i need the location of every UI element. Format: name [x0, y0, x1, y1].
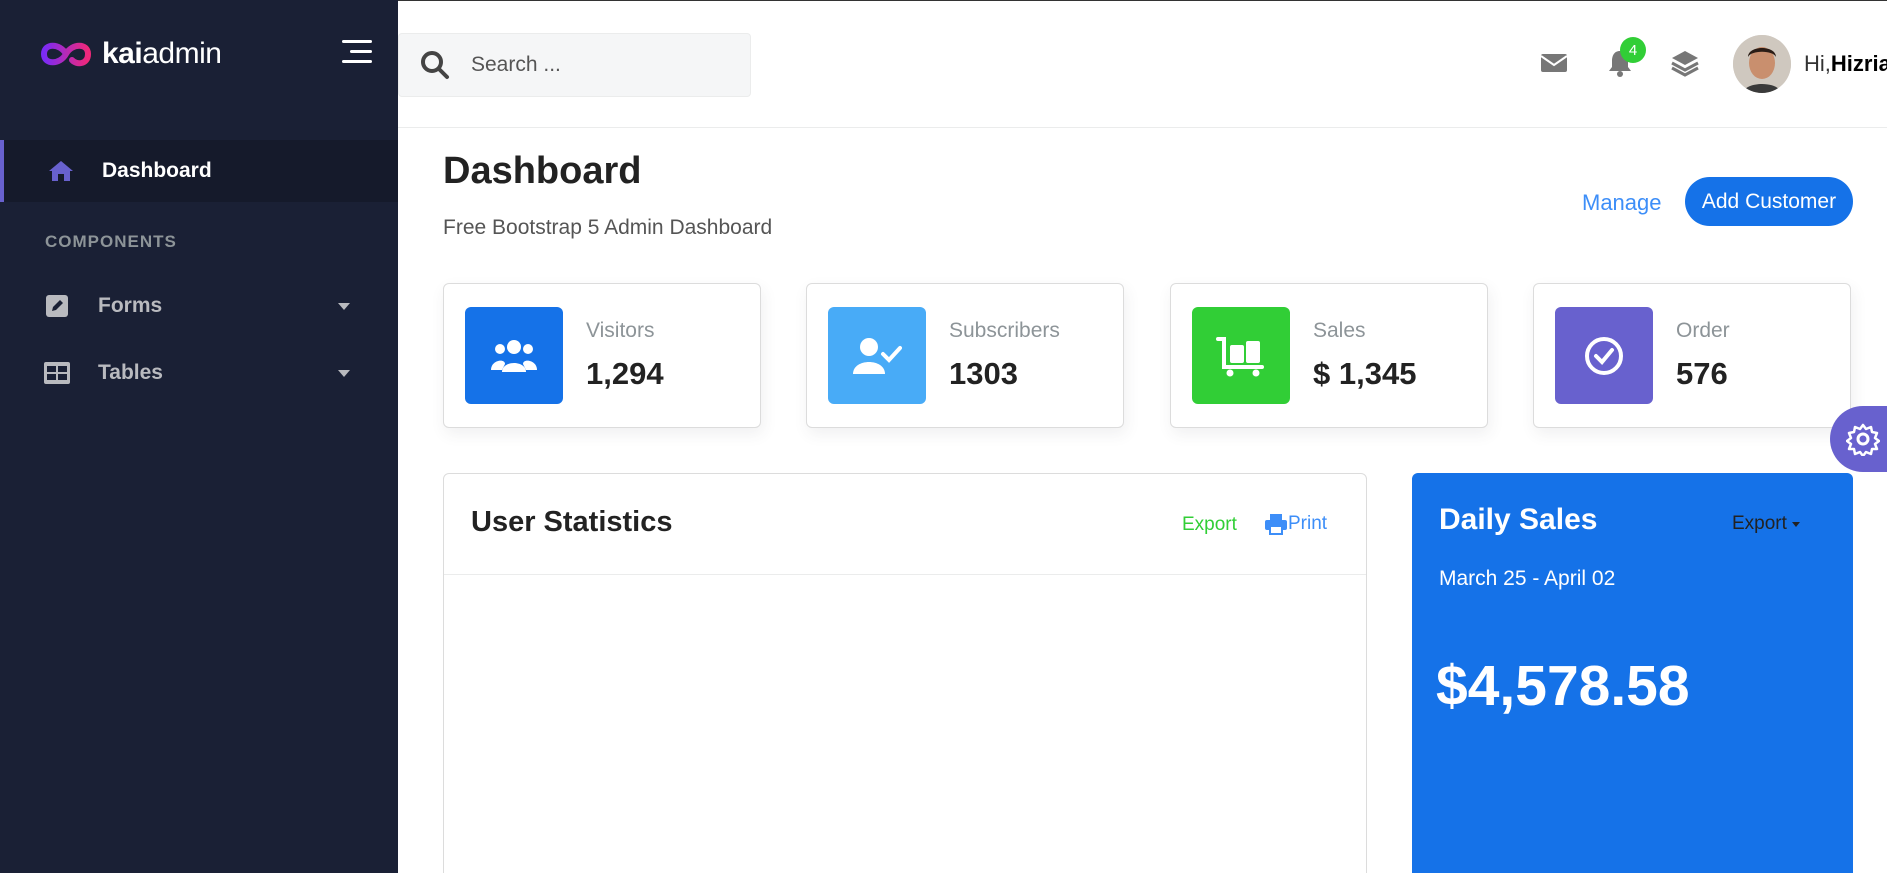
stat-icon-box [828, 307, 926, 404]
stat-icon-box [1192, 307, 1290, 404]
export-dropdown-label: Export [1732, 513, 1787, 534]
print-button[interactable]: Print [1264, 512, 1327, 536]
infinity-logo-icon [40, 42, 92, 67]
stat-value: 1303 [949, 356, 1018, 391]
stat-card-order: Order 576 [1533, 283, 1851, 428]
chevron-down-icon [338, 302, 350, 310]
search-box [398, 33, 751, 97]
stat-label: Sales [1313, 319, 1366, 342]
luggage-cart-icon [1216, 336, 1264, 376]
sidebar-item-dashboard[interactable]: Dashboard [0, 140, 398, 202]
manage-link[interactable]: Manage [1582, 190, 1662, 216]
user-avatar-icon [1733, 35, 1791, 93]
card-title: User Statistics [471, 506, 673, 538]
print-label: Print [1288, 513, 1328, 534]
export-button[interactable]: Export [1182, 514, 1237, 536]
export-dropdown[interactable]: Export [1732, 513, 1800, 535]
admin-dashboard: kaiadmin Dashboard COMPONENTS Forms Tabl… [0, 0, 1887, 873]
page-subtitle: Free Bootstrap 5 Admin Dashboard [443, 216, 773, 239]
stat-icon-box [1555, 307, 1653, 404]
sidebar-item-label: Forms [98, 294, 163, 317]
table-icon [44, 360, 70, 386]
home-icon [48, 158, 74, 184]
search-icon[interactable] [419, 49, 451, 81]
brand-logo[interactable]: kaiadmin [36, 34, 222, 74]
date-range: March 25 - April 02 [1439, 567, 1616, 590]
sales-amount: $4,578.58 [1436, 654, 1690, 718]
search-input[interactable] [471, 53, 721, 77]
page-title: Dashboard [443, 150, 642, 192]
sidebar-section-title: COMPONENTS [45, 232, 177, 251]
chevron-down-icon [338, 369, 350, 377]
pen-square-icon [44, 293, 70, 319]
sidebar-item-tables[interactable]: Tables [0, 342, 398, 404]
gear-icon [1846, 423, 1880, 456]
stat-card-visitors: Visitors 1,294 [443, 283, 761, 428]
stat-label: Visitors [586, 319, 655, 342]
sidebar-item-forms[interactable]: Forms [0, 275, 398, 337]
daily-sales-card: Daily Sales Export March 25 - April 02 $… [1412, 473, 1853, 873]
stat-value: 576 [1676, 356, 1728, 391]
print-icon [1265, 514, 1287, 535]
sidebar-toggle-button[interactable] [338, 40, 372, 70]
sidebar: kaiadmin Dashboard COMPONENTS Forms Tabl… [0, 0, 398, 873]
layer-group-icon[interactable] [1669, 47, 1701, 79]
card-title: Daily Sales [1439, 503, 1598, 536]
envelope-icon[interactable] [1538, 47, 1570, 79]
add-customer-button[interactable]: Add Customer [1685, 177, 1853, 226]
stat-label: Order [1676, 319, 1730, 342]
stat-label: Subscribers [949, 319, 1060, 342]
stat-value: 1,294 [586, 356, 664, 391]
settings-button[interactable] [1830, 406, 1887, 472]
stat-card-sales: Sales $ 1,345 [1170, 283, 1488, 428]
check-circle-icon [1585, 336, 1623, 375]
caret-down-icon [1791, 521, 1800, 527]
users-icon [491, 339, 537, 372]
top-navbar: 4 Hi,Hizrian [398, 0, 1887, 128]
avatar[interactable] [1733, 35, 1791, 93]
sidebar-item-label: Dashboard [102, 159, 212, 182]
stat-value: $ 1,345 [1313, 356, 1417, 391]
stat-card-subscribers: Subscribers 1303 [806, 283, 1124, 428]
notification-badge: 4 [1620, 37, 1646, 63]
stat-icon-box [465, 307, 563, 404]
card-header: User Statistics Export Print [444, 474, 1366, 575]
user-check-icon [853, 337, 902, 374]
user-greeting[interactable]: Hi,Hizrian [1804, 51, 1887, 77]
user-statistics-card: User Statistics Export Print [443, 473, 1367, 873]
sidebar-item-label: Tables [98, 361, 163, 384]
brand-name: kaiadmin [102, 37, 222, 70]
